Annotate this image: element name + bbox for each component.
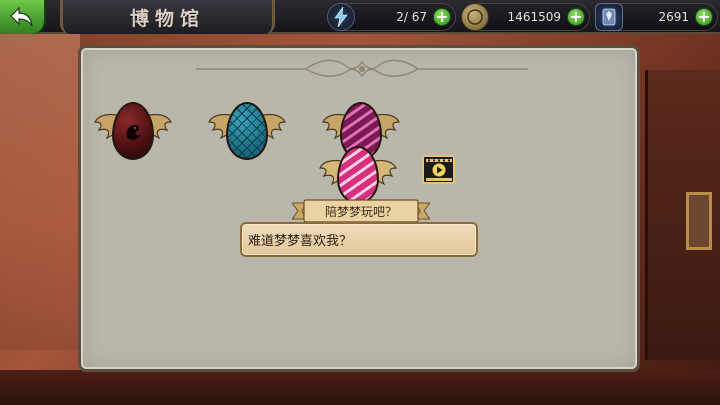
video-play-icon (425, 158, 452, 181)
lightning-icon (327, 3, 355, 31)
egg-slot-2[interactable] (207, 94, 287, 168)
stamina-counter: 2/ 67 + (327, 3, 456, 31)
coin-icon (461, 3, 489, 31)
black-egg (112, 102, 154, 160)
gem-value: 2691 (658, 10, 689, 24)
speaker-name: 陪梦梦玩吧？ (324, 204, 397, 219)
dragon-mark-icon (126, 125, 141, 140)
blue-egg (226, 102, 268, 160)
add-gem-button[interactable]: + (695, 8, 713, 26)
stamina-value: 2/ 67 (396, 10, 427, 24)
back-button[interactable] (0, 0, 46, 34)
add-gold-button[interactable]: + (567, 8, 585, 26)
background-window (0, 30, 80, 350)
speaker-ribbon: 陪梦梦玩吧？ (292, 199, 430, 223)
background-floor (0, 370, 720, 405)
title-plate: 博物馆 (60, 0, 275, 34)
gem-counter: 2691 + (595, 3, 718, 31)
background-picture-frame (686, 192, 712, 250)
gold-value: 1461509 (507, 10, 561, 24)
add-stamina-button[interactable]: + (433, 8, 451, 26)
top-bar: 博物馆 2/ 67 + 1461509 + 2691 + (0, 0, 720, 34)
back-arrow-icon (10, 6, 33, 27)
gem-card-icon (595, 3, 623, 31)
pink-egg (337, 146, 379, 204)
egg-slot-1[interactable] (93, 94, 173, 168)
dialog-box[interactable]: 难道梦梦喜欢我？ (240, 222, 478, 257)
gold-counter: 1461509 + (461, 3, 590, 31)
dialog-text: 难道梦梦喜欢我？ (248, 234, 353, 249)
page-title: 博物馆 (129, 7, 205, 30)
video-button[interactable] (422, 155, 455, 184)
panel-ornament (196, 58, 528, 80)
